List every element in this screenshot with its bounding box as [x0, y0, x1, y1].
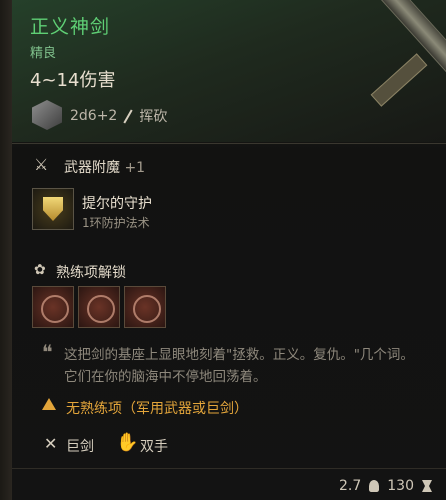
coin-icon: [422, 480, 432, 492]
damage-roll-row: 2d6+2 挥砍: [70, 106, 167, 126]
footer: 2.7 130: [339, 478, 432, 494]
weight-icon: [369, 480, 380, 492]
item-damage: 4~14伤害: [30, 70, 116, 91]
hand-icon: ✋: [116, 432, 139, 453]
spell-name: 提尔的守护: [82, 196, 152, 212]
spell-slot[interactable]: [32, 188, 74, 230]
dice-roll: 2d6+2: [70, 108, 118, 124]
item-rarity: 精良: [30, 46, 57, 61]
property-greatsword: 巨剑: [66, 439, 94, 455]
crossed-swords-icon: ✕: [44, 434, 58, 453]
warning-text: 无熟练项（军用武器或巨剑）: [66, 401, 248, 417]
skill-icon-2[interactable]: [78, 286, 120, 328]
enchantment-row: 武器附魔 +1: [64, 157, 145, 177]
gold-value: 130: [387, 478, 414, 494]
item-name: 正义神剑: [30, 16, 111, 38]
background-edge: [0, 0, 12, 500]
enchantment-bonus: +1: [124, 160, 146, 176]
warning-icon: [42, 398, 56, 410]
unlock-icon: ✿: [34, 262, 46, 278]
proficiency-title: 熟练项解锁: [56, 265, 126, 281]
weight-value: 2.7: [339, 478, 362, 494]
quote-icon: ❝: [42, 340, 53, 364]
skill-icon-3[interactable]: [124, 286, 166, 328]
footer-divider: [12, 468, 446, 469]
enchant-icon: ⚔: [34, 155, 49, 174]
flavor-text: 这把剑的基座上显眼地刻着"拯救。正义。复仇。"几个词。它们在你的脑海中不停地回荡…: [64, 347, 414, 385]
divider: [12, 143, 446, 144]
enchantment-label: 武器附魔: [64, 160, 120, 176]
item-tooltip: 正义神剑 精良 4~14伤害 2d6+2 挥砍 ⚔ 武器附魔 +1 提尔的守护 …: [12, 0, 446, 500]
shield-icon: [43, 197, 63, 221]
damage-type: 挥砍: [139, 109, 168, 125]
skill-icon-1[interactable]: [32, 286, 74, 328]
property-two-handed: 双手: [140, 439, 168, 455]
spell-subtitle: 1环防护法术: [82, 216, 150, 230]
slash-icon: [123, 109, 133, 123]
